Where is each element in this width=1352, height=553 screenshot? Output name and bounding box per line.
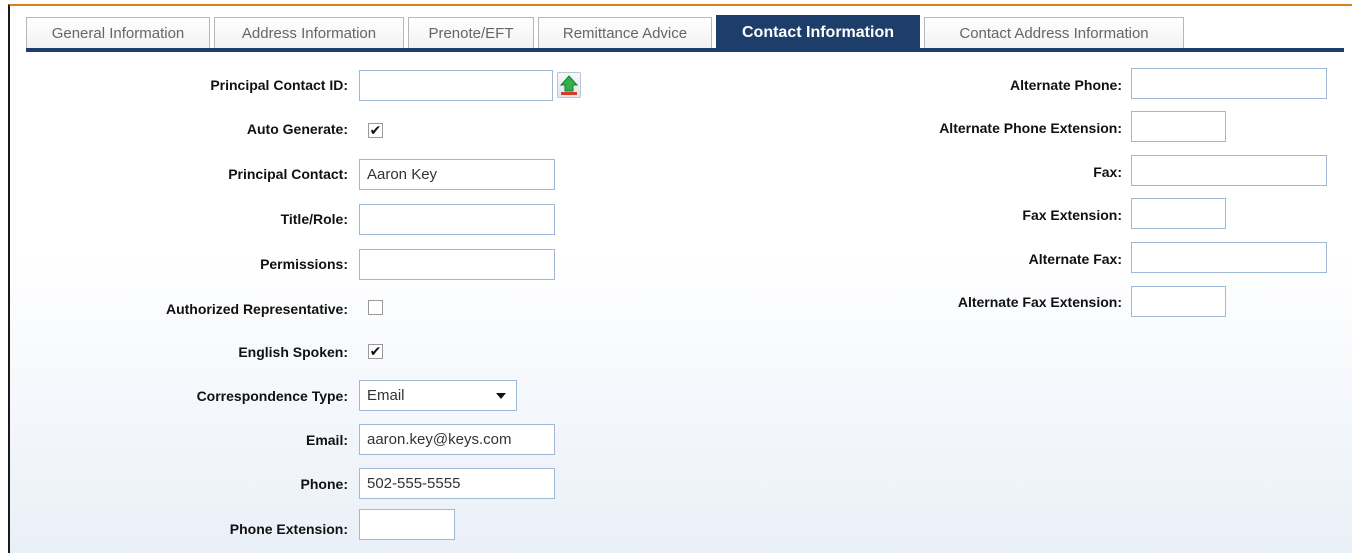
correspondence-type-select[interactable]: Email [359, 380, 517, 411]
phone-extension-input[interactable] [359, 509, 455, 540]
alternate-phone-extension-input[interactable] [1131, 111, 1226, 142]
principal-contact-label: Principal Contact: [228, 166, 348, 182]
title-role-label: Title/Role: [280, 211, 348, 227]
authorized-representative-label: Authorized Representative: [165, 301, 348, 317]
upload-arrow-icon [559, 75, 579, 95]
english-spoken-label: English Spoken: [238, 344, 348, 360]
title-role-input[interactable] [359, 204, 555, 235]
correspondence-type-label: Correspondence Type: [196, 388, 348, 404]
alternate-phone-extension-label: Alternate Phone Extension: [939, 120, 1122, 136]
permissions-label: Permissions: [260, 256, 348, 272]
permissions-input[interactable] [359, 249, 555, 280]
english-spoken-checkbox[interactable]: ✔ [368, 344, 383, 359]
fax-label: Fax: [1093, 164, 1122, 180]
principal-contact-id-input[interactable] [359, 70, 553, 101]
phone-extension-label: Phone Extension: [229, 521, 348, 537]
alternate-fax-extension-input[interactable] [1131, 286, 1226, 317]
alternate-fax-extension-label: Alternate Fax Extension: [957, 294, 1122, 310]
tab-remittance-advice[interactable]: Remittance Advice [538, 17, 712, 48]
correspondence-type-value: Email [367, 387, 405, 404]
phone-label: Phone: [300, 476, 348, 492]
alternate-phone-input[interactable] [1131, 68, 1327, 99]
alternate-phone-label: Alternate Phone: [1009, 77, 1122, 93]
alternate-fax-label: Alternate Fax: [1028, 251, 1122, 267]
fax-input[interactable] [1131, 155, 1327, 186]
fax-extension-label: Fax Extension: [1022, 207, 1122, 223]
chevron-down-icon [496, 393, 506, 399]
principal-contact-input[interactable]: Aaron Key [359, 159, 555, 190]
email-input[interactable]: aaron.key@keys.com [359, 424, 555, 455]
tab-address-information[interactable]: Address Information [214, 17, 404, 48]
tab-prenote-eft[interactable]: Prenote/EFT [408, 17, 534, 48]
email-label: Email: [305, 432, 348, 448]
tab-contact-information[interactable]: Contact Information [716, 15, 920, 50]
contact-lookup-button[interactable] [557, 72, 581, 98]
auto-generate-checkbox[interactable]: ✔ [368, 123, 383, 138]
auto-generate-label: Auto Generate: [246, 121, 348, 137]
authorized-representative-checkbox[interactable] [368, 300, 383, 315]
fax-extension-input[interactable] [1131, 198, 1226, 229]
phone-input[interactable]: 502-555-5555 [359, 468, 555, 499]
tab-bar: General Information Address Information … [26, 12, 1344, 52]
tab-general-information[interactable]: General Information [26, 17, 210, 48]
tab-contact-address-information[interactable]: Contact Address Information [924, 17, 1184, 48]
principal-contact-id-label: Principal Contact ID: [210, 77, 348, 93]
alternate-fax-input[interactable] [1131, 242, 1327, 273]
